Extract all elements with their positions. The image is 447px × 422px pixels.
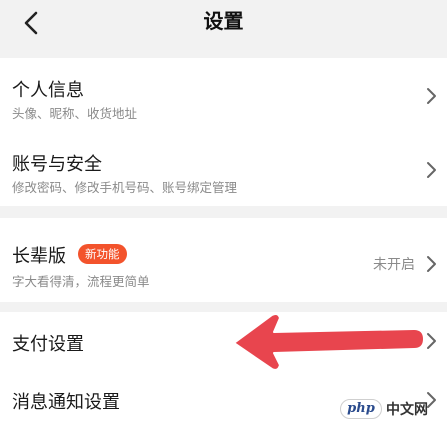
chevron-right-icon: [427, 162, 436, 178]
settings-group-elder-mode: 长辈版 新功能 字大看得清，流程更简单 未开启: [0, 218, 447, 302]
settings-group-account: 个人信息 头像、昵称、收货地址 账号与安全 修改密码、修改手机号码、账号绑定管理: [0, 58, 447, 206]
row-title: 账号与安全: [12, 154, 102, 175]
chevron-right-icon: [427, 256, 436, 272]
row-title: 支付设置: [12, 334, 84, 355]
annotation-arrow-icon: [233, 313, 425, 371]
chevron-right-icon: [427, 88, 436, 104]
row-subtitle: 修改密码、修改手机号码、账号绑定管理: [12, 180, 238, 195]
page-title: 设置: [203, 9, 244, 33]
status-text: 未开启: [373, 257, 415, 273]
settings-row-account-security[interactable]: 账号与安全 修改密码、修改手机号码、账号绑定管理: [0, 132, 447, 206]
row-title: 个人信息: [12, 80, 84, 101]
settings-row-elder-mode[interactable]: 长辈版 新功能 字大看得清，流程更简单 未开启: [0, 218, 447, 302]
row-subtitle: 头像、昵称、收货地址: [12, 106, 138, 121]
settings-row-personal-info[interactable]: 个人信息 头像、昵称、收货地址: [0, 58, 447, 132]
new-feature-badge: 新功能: [78, 244, 127, 264]
row-title: 消息通知设置: [12, 392, 120, 413]
watermark-text: 中文网: [386, 402, 428, 418]
nav-header: 设置: [0, 0, 447, 46]
watermark: php 中文网: [340, 398, 445, 420]
watermark-logo: php: [340, 399, 382, 419]
row-title: 长辈版: [12, 246, 66, 267]
row-subtitle: 字大看得清，流程更简单: [12, 274, 150, 289]
